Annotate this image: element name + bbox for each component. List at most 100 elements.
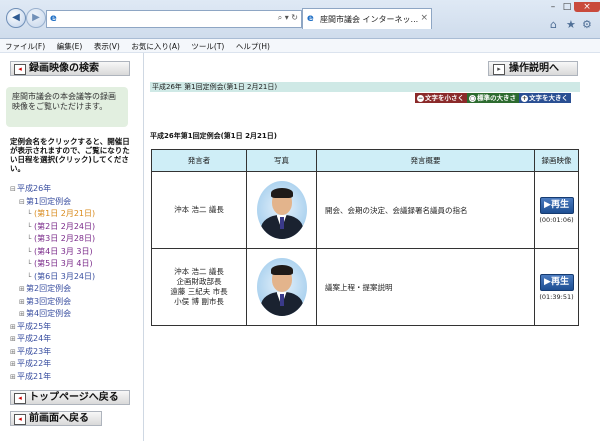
help-button[interactable]: ▸ 操作説明へ (488, 61, 578, 76)
video-cell: ▶再生 (01:39:51) (534, 248, 579, 326)
video-duration: (00:01:06) (539, 215, 574, 224)
speaker-name: 企画財政部長 (176, 277, 222, 286)
tree-item[interactable]: └ (第3日 2月28日) (10, 233, 95, 246)
forward-arrow-icon[interactable]: ▶ (26, 8, 46, 28)
menu-bar: ファイル(F) 編集(E) 表示(V) お気に入り(A) ツール(T) ヘルプ(… (0, 39, 600, 53)
tree-item[interactable]: ⊞平成23年 (10, 346, 95, 359)
circle-icon: ○ (469, 95, 476, 102)
gear-icon[interactable]: ⚙ (582, 18, 592, 31)
search-refresh-icons[interactable]: ⌕ ▾ ↻ (278, 13, 298, 23)
table-row: 沖本 浩二 議長 開会、会期の決定、会議録署名議員の指名 ▶再生 (00:01:06) (151, 171, 579, 249)
browser-titlebar: ◀ ▶ e ⌕ ▾ ↻ e 座間市議会 インターネッ... × – □ × ⌂ … (0, 0, 600, 39)
tree-item[interactable]: └ (第5日 3月 4日) (10, 258, 95, 271)
font-size-controls: − 文字を小さく ○ 標準の大きさ + 文字を大きく (415, 93, 571, 103)
tree-item[interactable]: ⊞平成22年 (10, 358, 95, 371)
tree-item[interactable]: ⊞平成25年 (10, 321, 95, 334)
tree-item[interactable]: ⊟平成26年 (10, 183, 95, 196)
speaker-photo (256, 181, 307, 239)
arrow-left-icon: ◂ (14, 414, 26, 425)
tree-item[interactable]: └ (第4日 3月 3日) (10, 246, 95, 259)
session-tree: ⊟平成26年 ⊟第1回定例会 └ (第1日 2月21日) └ (第2日 2月24日) └ (第… (10, 183, 95, 383)
tree-item-label: 第1回定例会 (26, 196, 72, 206)
close-window-icon[interactable]: × (574, 2, 600, 12)
expand-icon: ⊞ (10, 347, 16, 356)
tree-item-label: 第2回定例会 (26, 284, 72, 293)
home-icon[interactable]: ⌂ (550, 18, 557, 31)
tree-item[interactable]: ⊟第1回定例会 (10, 196, 95, 209)
minus-icon: − (417, 95, 424, 102)
speaker-name: 沖本 浩二 議長 (174, 205, 224, 214)
summary-cell: 議案上程・提案説明 (316, 248, 535, 326)
font-smaller-button[interactable]: − 文字を小さく (415, 93, 467, 103)
video-cell: ▶再生 (00:01:06) (534, 171, 579, 249)
tree-item[interactable]: ⊞第4回定例会 (10, 308, 95, 321)
play-button[interactable]: ▶再生 (539, 196, 574, 214)
speaker-name: 沖本 浩二 議長 (174, 267, 224, 276)
back-page-label: 前画面へ戻る (29, 413, 89, 424)
tree-item-label: 平成26年 (17, 184, 52, 193)
menu-file[interactable]: ファイル(F) (0, 39, 49, 52)
header-summary: 発言概要 (316, 149, 535, 172)
menu-favorites[interactable]: お気に入り(A) (126, 39, 183, 52)
tree-item-label: 第4回定例会 (26, 309, 72, 318)
expand-icon: ⊞ (10, 360, 16, 368)
close-tab-icon[interactable]: × (420, 13, 428, 23)
speaker-photo (256, 258, 307, 316)
back-page-button[interactable]: ◂ 前画面へ戻る (10, 411, 102, 426)
plus-icon: + (521, 95, 528, 102)
minimize-icon[interactable]: – (546, 2, 560, 12)
page-title: 平成26年第1回定例会(第1日 2月21日) (150, 132, 277, 140)
back-arrow-icon[interactable]: ◀ (6, 8, 26, 28)
video-search-label: 録画映像の検索 (29, 63, 99, 74)
menu-tools[interactable]: ツール(T) (186, 39, 228, 52)
tree-item[interactable]: └ (第2日 2月24日) (10, 221, 95, 234)
tree-branch-icon: └ (27, 260, 32, 268)
tree-branch-icon: └ (27, 235, 32, 243)
tree-branch-icon: └ (27, 272, 32, 281)
video-search-button[interactable]: ◂ 録画映像の検索 (10, 61, 130, 76)
photo-cell (246, 248, 317, 326)
tree-item-label: (第1日 2月21日) (34, 209, 96, 218)
instruction-text: 定例会名をクリックすると、開催日が表示されますので、ご覧になりたい日程を選択(ク… (10, 137, 130, 173)
font-standard-label: 標準の大きさ (477, 94, 516, 102)
font-smaller-label: 文字を小さく (425, 94, 464, 102)
header-video: 録画映像 (534, 149, 579, 172)
menu-view[interactable]: 表示(V) (89, 39, 124, 52)
tree-item-label: (第6日 3月24日) (34, 271, 96, 281)
play-label: 再生 (550, 276, 569, 287)
browser-tab[interactable]: e 座間市議会 インターネッ... × (302, 8, 432, 29)
expand-icon: ⊞ (19, 310, 25, 318)
play-button[interactable]: ▶再生 (539, 273, 574, 291)
font-larger-button[interactable]: + 文字を大きく (519, 93, 571, 103)
tree-branch-icon: └ (27, 247, 32, 256)
tree-item-label: 第3回定例会 (26, 296, 72, 306)
maximize-icon[interactable]: □ (560, 2, 574, 12)
header-photo: 写真 (246, 149, 317, 172)
tree-item[interactable]: └ (第1日 2月21日) (10, 208, 95, 221)
speaker-cell: 沖本 浩二 議長 企画財政部長 遠藤 三紀夫 市長 小俣 博 副市長 (151, 248, 247, 326)
tree-item[interactable]: ⊞平成24年 (10, 333, 95, 346)
play-icon: ▶ (544, 276, 551, 287)
expand-icon: ⊞ (19, 285, 25, 293)
collapse-icon: ⊟ (10, 185, 16, 193)
tree-branch-icon: └ (27, 222, 32, 231)
tree-item[interactable]: ⊞第3回定例会 (10, 296, 95, 309)
font-larger-label: 文字を大きく (529, 94, 568, 102)
tree-item[interactable]: ⊞平成21年 (10, 371, 95, 384)
speaker-name: 遠藤 三紀夫 市長 (170, 287, 228, 296)
tree-item[interactable]: └ (第6日 3月24日) (10, 271, 95, 284)
tree-item-label: (第2日 2月24日) (34, 221, 96, 231)
top-page-label: トップページへ戻る (29, 392, 119, 403)
arrow-left-icon: ◂ (14, 393, 26, 404)
font-standard-button[interactable]: ○ 標準の大きさ (467, 93, 519, 103)
menu-edit[interactable]: 編集(E) (52, 39, 87, 52)
favorites-star-icon[interactable]: ★ (566, 18, 576, 31)
address-bar[interactable]: e ⌕ ▾ ↻ (46, 10, 302, 28)
tree-item[interactable]: ⊞第2回定例会 (10, 283, 95, 296)
menu-help[interactable]: ヘルプ(H) (231, 39, 274, 52)
collapse-icon: ⊟ (19, 197, 25, 206)
expand-icon: ⊞ (19, 297, 25, 306)
top-page-button[interactable]: ◂ トップページへ戻る (10, 390, 130, 405)
intro-note: 座間市議会の本会議等の録画映像をご覧いただけます。 (6, 87, 128, 127)
main-panel: ▸ 操作説明へ 平成26年 第1回定例会(第1日 2月21日) − 文字を小さく … (150, 53, 600, 441)
